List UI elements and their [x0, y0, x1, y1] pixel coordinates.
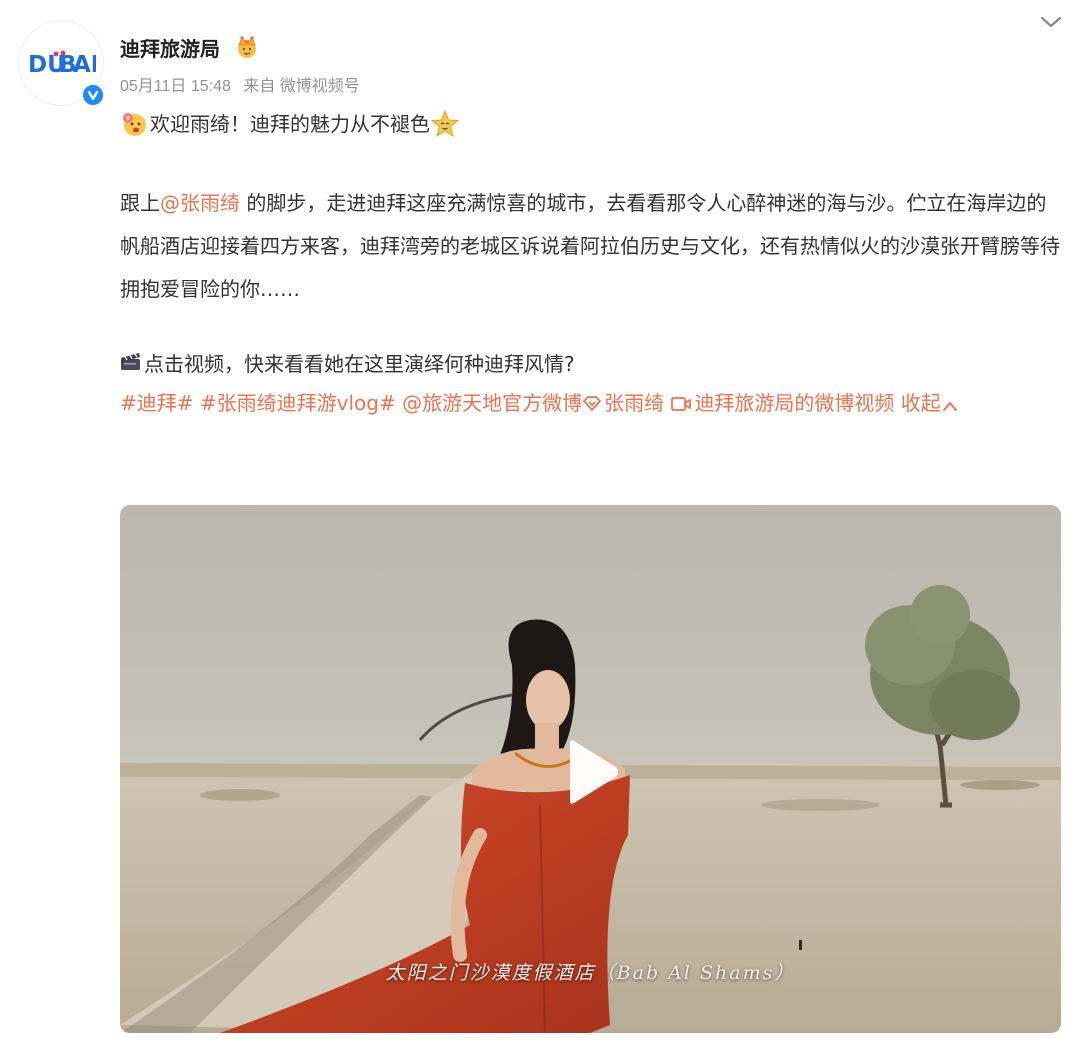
post-headline: 欢迎雨绮！迪拜的魅力从不褪色 [120, 104, 1060, 144]
clapperboard-icon [120, 343, 142, 386]
play-button-icon[interactable] [562, 737, 622, 807]
body-text: 的脚步，走进迪拜这座充满惊喜的城市，去看看那令人心醉神迷的海与沙。伫立在海岸边的… [120, 191, 1060, 301]
post-time[interactable]: 05月11日 15:48 [120, 78, 231, 95]
post-header: 迪拜旅游局 05月11日 15:48 来自 微博视频号 [120, 30, 368, 96]
headline-text: 欢迎雨绮！迪拜的魅力从不褪色 [150, 111, 430, 136]
topic-tag-vlog[interactable]: #张雨绮迪拜游vlog# [200, 391, 396, 415]
collapse-label: 收起 [900, 391, 941, 415]
cta-text: 点击视频，快来看看她在这里演绎何种迪拜风情? [144, 351, 575, 376]
post-source[interactable]: 来自 微博视频号 [243, 78, 359, 95]
post-meta: 05月11日 15:48 来自 微博视频号 [120, 72, 368, 96]
mention-link[interactable]: @张雨绮 [160, 191, 240, 215]
star-face-icon [430, 109, 460, 139]
crown-icon[interactable] [234, 35, 260, 59]
chevron-down-icon[interactable] [1038, 12, 1064, 32]
author-avatar[interactable]: DU B AI [18, 20, 106, 108]
author-name[interactable]: 迪拜旅游局 [120, 33, 220, 62]
post-cta: 点击视频，快来看看她在这里演绎何种迪拜风情? [120, 347, 1060, 381]
chevron-up-icon [941, 384, 959, 428]
video-caption: 太阳之门沙漠度假酒店（Bab Al Shams） [385, 962, 796, 984]
collapse-button[interactable]: 收起 [901, 391, 961, 415]
post-content: 欢迎雨绮！迪拜的魅力从不褪色 跟上@张雨绮 的脚步，走进迪拜这座充满惊喜的城市，… [120, 104, 1060, 428]
post-body: 跟上@张雨绮 的脚步，走进迪拜这座充满惊喜的城市，去看看那令人心醉神迷的海与沙。… [120, 182, 1060, 311]
with-person-icon [582, 384, 602, 428]
video-link-icon [670, 384, 692, 428]
verified-badge-icon [80, 82, 106, 108]
post-tags: #迪拜# #张雨绮迪拜游vlog# @旅游天地官方微博 张雨绮 迪拜旅游局的微博视… [120, 381, 1060, 428]
svg-text:AI: AI [73, 52, 96, 78]
flower-face-icon [120, 109, 150, 139]
topic-tag-dubai[interactable]: #迪拜# [120, 391, 194, 415]
body-prefix: 跟上 [120, 191, 160, 215]
mention-tourism[interactable]: @旅游天地官方微博 [402, 391, 582, 415]
video-player[interactable]: 太阳之门沙漠度假酒店（Bab Al Shams） [120, 505, 1061, 1033]
video-link[interactable]: 迪拜旅游局的微博视频 [694, 391, 894, 415]
dubai-logo-icon: DU B AI [28, 50, 96, 78]
with-person-link[interactable]: 张雨绮 [604, 391, 664, 415]
